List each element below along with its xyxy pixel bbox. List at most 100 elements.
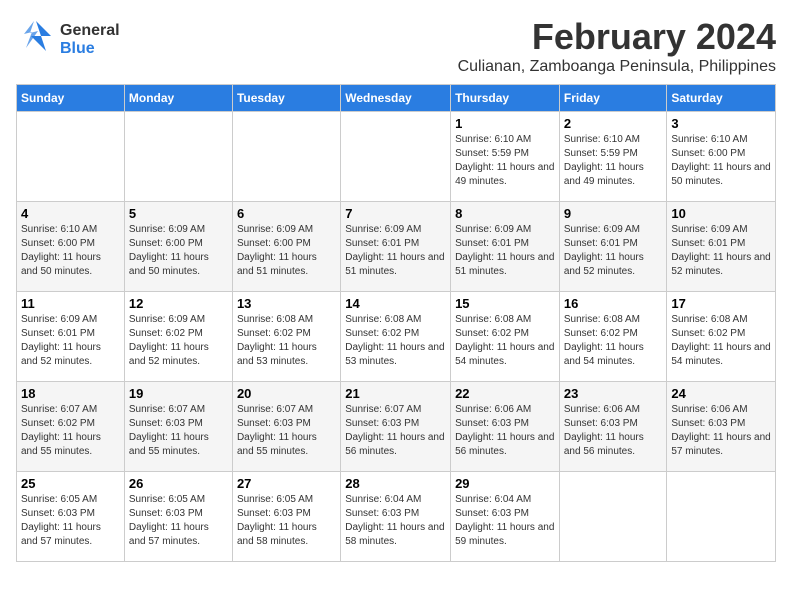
day-number: 17	[671, 296, 771, 311]
calendar-week-row: 11 Sunrise: 6:09 AMSunset: 6:01 PMDayligh…	[17, 292, 776, 382]
header: General Blue February 2024 Culianan, Zam…	[16, 16, 776, 76]
day-number: 2	[564, 116, 663, 131]
day-header-friday: Friday	[559, 85, 667, 112]
location-title: Culianan, Zamboanga Peninsula, Philippin…	[458, 58, 776, 76]
day-number: 15	[455, 296, 555, 311]
day-info: Sunrise: 6:10 AMSunset: 5:59 PMDaylight:…	[455, 133, 555, 189]
day-info: Sunrise: 6:09 AMSunset: 6:02 PMDaylight:…	[129, 313, 228, 369]
day-number: 10	[671, 206, 771, 221]
calendar-cell: 14 Sunrise: 6:08 AMSunset: 6:02 PMDayligh…	[341, 292, 451, 382]
day-number: 11	[21, 296, 120, 311]
day-info: Sunrise: 6:08 AMSunset: 6:02 PMDaylight:…	[671, 313, 771, 369]
day-header-thursday: Thursday	[451, 85, 560, 112]
day-header-wednesday: Wednesday	[341, 85, 451, 112]
calendar-cell: 3 Sunrise: 6:10 AMSunset: 6:00 PMDaylight…	[667, 112, 776, 202]
logo-general: General	[60, 22, 120, 40]
day-info: Sunrise: 6:09 AMSunset: 6:01 PMDaylight:…	[345, 223, 446, 279]
calendar-cell: 23 Sunrise: 6:06 AMSunset: 6:03 PMDayligh…	[559, 382, 667, 472]
day-number: 23	[564, 386, 663, 401]
day-info: Sunrise: 6:05 AMSunset: 6:03 PMDaylight:…	[129, 493, 228, 549]
day-number: 3	[671, 116, 771, 131]
calendar-cell: 10 Sunrise: 6:09 AMSunset: 6:01 PMDayligh…	[667, 202, 776, 292]
day-info: Sunrise: 6:04 AMSunset: 6:03 PMDaylight:…	[345, 493, 446, 549]
calendar-cell: 6 Sunrise: 6:09 AMSunset: 6:00 PMDaylight…	[232, 202, 340, 292]
calendar-cell: 1 Sunrise: 6:10 AMSunset: 5:59 PMDaylight…	[451, 112, 560, 202]
calendar-cell: 18 Sunrise: 6:07 AMSunset: 6:02 PMDayligh…	[17, 382, 125, 472]
calendar-cell: 4 Sunrise: 6:10 AMSunset: 6:00 PMDaylight…	[17, 202, 125, 292]
day-info: Sunrise: 6:05 AMSunset: 6:03 PMDaylight:…	[21, 493, 120, 549]
day-info: Sunrise: 6:10 AMSunset: 6:00 PMDaylight:…	[21, 223, 120, 279]
day-info: Sunrise: 6:09 AMSunset: 6:01 PMDaylight:…	[21, 313, 120, 369]
day-info: Sunrise: 6:10 AMSunset: 6:00 PMDaylight:…	[671, 133, 771, 189]
calendar-week-row: 4 Sunrise: 6:10 AMSunset: 6:00 PMDaylight…	[17, 202, 776, 292]
calendar-table: SundayMondayTuesdayWednesdayThursdayFrid…	[16, 84, 776, 562]
day-number: 1	[455, 116, 555, 131]
calendar-cell: 21Sunrise: 6:07 AMSunset: 6:03 PMDayligh…	[341, 382, 451, 472]
logo-blue: Blue	[60, 40, 120, 58]
day-number: 22	[455, 386, 555, 401]
day-info: Sunrise: 6:07 AMSunset: 6:02 PMDaylight:…	[21, 403, 120, 459]
day-number: 25	[21, 476, 120, 491]
calendar-week-row: 18 Sunrise: 6:07 AMSunset: 6:02 PMDayligh…	[17, 382, 776, 472]
calendar-cell: 26Sunrise: 6:05 AMSunset: 6:03 PMDayligh…	[124, 472, 232, 562]
day-info: Sunrise: 6:08 AMSunset: 6:02 PMDaylight:…	[345, 313, 446, 369]
day-header-tuesday: Tuesday	[232, 85, 340, 112]
calendar-cell: 15 Sunrise: 6:08 AMSunset: 6:02 PMDayligh…	[451, 292, 560, 382]
day-number: 4	[21, 206, 120, 221]
calendar-cell: 12 Sunrise: 6:09 AMSunset: 6:02 PMDayligh…	[124, 292, 232, 382]
calendar-cell: 8 Sunrise: 6:09 AMSunset: 6:01 PMDaylight…	[451, 202, 560, 292]
calendar-cell: 19Sunrise: 6:07 AMSunset: 6:03 PMDayligh…	[124, 382, 232, 472]
day-number: 6	[237, 206, 336, 221]
day-number: 9	[564, 206, 663, 221]
day-number: 24	[671, 386, 771, 401]
day-info: Sunrise: 6:09 AMSunset: 6:01 PMDaylight:…	[564, 223, 663, 279]
day-number: 12	[129, 296, 228, 311]
calendar-cell: 28 Sunrise: 6:04 AMSunset: 6:03 PMDayligh…	[341, 472, 451, 562]
day-number: 13	[237, 296, 336, 311]
day-number: 8	[455, 206, 555, 221]
calendar-cell: 16 Sunrise: 6:08 AMSunset: 6:02 PMDayligh…	[559, 292, 667, 382]
day-number: 20	[237, 386, 336, 401]
day-info: Sunrise: 6:08 AMSunset: 6:02 PMDaylight:…	[564, 313, 663, 369]
day-number: 16	[564, 296, 663, 311]
calendar-cell	[667, 472, 776, 562]
day-number: 14	[345, 296, 446, 311]
day-info: Sunrise: 6:07 AMSunset: 6:03 PMDaylight:…	[237, 403, 336, 459]
day-number: 18	[21, 386, 120, 401]
calendar-cell: 29Sunrise: 6:04 AMSunset: 6:03 PMDayligh…	[451, 472, 560, 562]
calendar-cell: 25 Sunrise: 6:05 AMSunset: 6:03 PMDayligh…	[17, 472, 125, 562]
day-number: 27	[237, 476, 336, 491]
day-info: Sunrise: 6:07 AMSunset: 6:03 PMDaylight:…	[345, 403, 446, 459]
logo-icon	[16, 16, 56, 63]
calendar-header-row: SundayMondayTuesdayWednesdayThursdayFrid…	[17, 85, 776, 112]
day-info: Sunrise: 6:06 AMSunset: 6:03 PMDaylight:…	[564, 403, 663, 459]
day-info: Sunrise: 6:09 AMSunset: 6:00 PMDaylight:…	[237, 223, 336, 279]
day-info: Sunrise: 6:06 AMSunset: 6:03 PMDaylight:…	[671, 403, 771, 459]
calendar-cell: 2 Sunrise: 6:10 AMSunset: 5:59 PMDaylight…	[559, 112, 667, 202]
calendar-cell: 24 Sunrise: 6:06 AMSunset: 6:03 PMDayligh…	[667, 382, 776, 472]
day-info: Sunrise: 6:09 AMSunset: 6:01 PMDaylight:…	[671, 223, 771, 279]
logo-text: General Blue	[60, 22, 120, 57]
calendar-cell: 9 Sunrise: 6:09 AMSunset: 6:01 PMDaylight…	[559, 202, 667, 292]
day-info: Sunrise: 6:09 AMSunset: 6:01 PMDaylight:…	[455, 223, 555, 279]
day-number: 28	[345, 476, 446, 491]
calendar-cell: 13 Sunrise: 6:08 AMSunset: 6:02 PMDayligh…	[232, 292, 340, 382]
day-info: Sunrise: 6:08 AMSunset: 6:02 PMDaylight:…	[455, 313, 555, 369]
day-info: Sunrise: 6:10 AMSunset: 5:59 PMDaylight:…	[564, 133, 663, 189]
calendar-cell: 17 Sunrise: 6:08 AMSunset: 6:02 PMDayligh…	[667, 292, 776, 382]
day-info: Sunrise: 6:08 AMSunset: 6:02 PMDaylight:…	[237, 313, 336, 369]
calendar-cell	[232, 112, 340, 202]
day-info: Sunrise: 6:09 AMSunset: 6:00 PMDaylight:…	[129, 223, 228, 279]
calendar-cell: 22Sunrise: 6:06 AMSunset: 6:03 PMDayligh…	[451, 382, 560, 472]
title-area: February 2024 Culianan, Zamboanga Penins…	[458, 16, 776, 76]
day-number: 5	[129, 206, 228, 221]
day-info: Sunrise: 6:05 AMSunset: 6:03 PMDaylight:…	[237, 493, 336, 549]
day-number: 19	[129, 386, 228, 401]
calendar-cell	[559, 472, 667, 562]
calendar-cell	[124, 112, 232, 202]
calendar-cell	[17, 112, 125, 202]
calendar-week-row: 25 Sunrise: 6:05 AMSunset: 6:03 PMDayligh…	[17, 472, 776, 562]
calendar-cell: 11 Sunrise: 6:09 AMSunset: 6:01 PMDayligh…	[17, 292, 125, 382]
day-number: 7	[345, 206, 446, 221]
day-number: 29	[455, 476, 555, 491]
